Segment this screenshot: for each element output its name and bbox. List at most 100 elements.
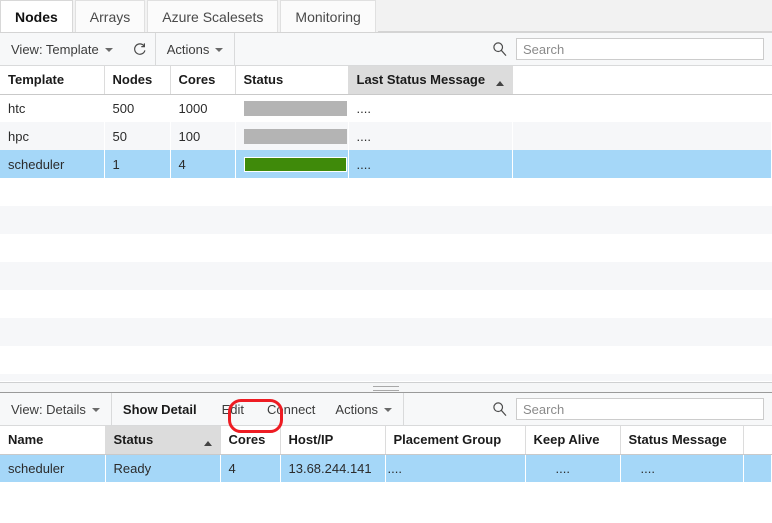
tab-bar: Nodes Arrays Azure Scalesets Monitoring — [0, 0, 772, 33]
column-header-template-label: Template — [8, 72, 65, 88]
column-header-blank[interactable] — [512, 66, 772, 95]
status-bar-idle — [243, 129, 347, 145]
templates-table-empty-rows — [0, 178, 772, 381]
bottom-actions-label: Actions — [335, 401, 379, 417]
empty-row — [0, 178, 772, 206]
top-actions-dropdown[interactable]: Actions — [156, 33, 235, 65]
column-header-last-status-message[interactable]: Last Status Message — [348, 66, 513, 95]
column-header-keep-alive[interactable]: Keep Alive — [525, 426, 621, 455]
node-details-header-row: Name Status Cores Host/IP Placement Grou… — [0, 426, 772, 455]
connect-button[interactable]: Connect — [258, 393, 324, 425]
cell-status: Ready — [105, 454, 220, 482]
table-row[interactable]: hpc 50 100 .... — [0, 122, 772, 150]
edit-label: Edit — [221, 401, 244, 417]
cell-cores: 100 — [170, 122, 235, 150]
top-search-area — [491, 33, 772, 65]
tab-arrays[interactable]: Arrays — [74, 0, 146, 32]
cell-blank — [512, 94, 772, 122]
column-header-placement-group[interactable]: Placement Group — [385, 426, 526, 455]
column-header-status-message[interactable]: Status Message — [620, 426, 744, 455]
host-ip-value: 13.68.244.141 — [288, 460, 372, 476]
tab-nodes[interactable]: Nodes — [0, 0, 73, 32]
cell-blank — [512, 150, 772, 178]
panel-splitter[interactable] — [0, 382, 772, 393]
templates-table-body: htc 500 1000 .... hpc 50 100 .... schedu… — [0, 94, 772, 178]
empty-row — [0, 482, 772, 509]
cell-nodes: 50 — [104, 122, 170, 150]
empty-row-cell — [0, 482, 772, 509]
column-header-cores-label: Cores — [178, 72, 216, 88]
column-header-nodes[interactable]: Nodes — [104, 66, 171, 95]
cell-last-status-message: .... — [348, 94, 512, 122]
cell-last-status-message: .... — [348, 150, 512, 178]
tab-arrays-label: Arrays — [89, 9, 131, 25]
column-header-cores[interactable]: Cores — [220, 426, 281, 455]
sort-ascending-icon — [203, 441, 212, 447]
show-detail-button[interactable]: Show Detail — [112, 393, 208, 425]
templates-table-header-row: Template Nodes Cores Status Last Status … — [0, 66, 772, 95]
column-header-name[interactable]: Name — [0, 426, 106, 455]
tab-azure-scalesets-label: Azure Scalesets — [162, 9, 264, 25]
bottom-view-dropdown[interactable]: View: Details — [0, 393, 111, 425]
column-header-status[interactable]: Status — [105, 426, 221, 455]
column-header-cores[interactable]: Cores — [170, 66, 236, 95]
column-header-status[interactable]: Status — [235, 66, 349, 95]
empty-row — [0, 262, 772, 290]
column-header-host-ip[interactable]: Host/IP — [280, 426, 386, 455]
cell-status — [235, 94, 348, 122]
status-bar-idle — [243, 101, 347, 117]
chevron-down-icon — [384, 408, 393, 412]
cell-status — [235, 150, 348, 178]
top-toolbar: View: Template Actions — [0, 33, 772, 66]
node-details-table: Name Status Cores Host/IP Placement Grou… — [0, 426, 772, 509]
nodes-templates-panel: Template Nodes Cores Status Last Status … — [0, 66, 772, 382]
tab-azure-scalesets[interactable]: Azure Scalesets — [147, 0, 279, 32]
cell-blank — [512, 122, 772, 150]
empty-row — [0, 290, 772, 318]
cell-name: scheduler — [0, 454, 105, 482]
cell-nodes: 500 — [104, 94, 170, 122]
table-row[interactable]: scheduler 1 4 .... — [0, 150, 772, 178]
cell-last-status-message: .... — [348, 122, 512, 150]
cell-cores: 4 — [170, 150, 235, 178]
cell-template: hpc — [0, 122, 104, 150]
cell-status-message: .... — [620, 454, 743, 482]
refresh-button[interactable] — [124, 33, 155, 65]
cell-cores: 1000 — [170, 94, 235, 122]
cell-status — [235, 122, 348, 150]
cell-blank — [743, 454, 772, 482]
empty-row — [0, 234, 772, 262]
search-icon — [491, 400, 509, 418]
cell-keep-alive: .... — [525, 454, 620, 482]
show-detail-label: Show Detail — [122, 401, 197, 417]
bottom-view-label: View: Details — [11, 401, 86, 417]
bottom-toolbar: View: Details Show Detail Edit Connect A… — [0, 393, 772, 426]
table-row[interactable]: scheduler Ready 4 13.68.244.141 .... ...… — [0, 454, 772, 482]
top-view-dropdown[interactable]: View: Template — [0, 33, 124, 65]
node-details-panel: View: Details Show Detail Edit Connect A… — [0, 393, 772, 509]
empty-row — [0, 374, 772, 381]
refresh-icon — [132, 42, 147, 57]
edit-button[interactable]: Edit — [208, 393, 258, 425]
bottom-search-input[interactable] — [516, 398, 764, 420]
top-actions-label: Actions — [166, 41, 210, 57]
cell-template: htc — [0, 94, 104, 122]
chevron-down-icon — [104, 48, 113, 52]
column-header-cores-label: Cores — [228, 432, 266, 448]
tab-monitoring-label: Monitoring — [295, 9, 361, 25]
tab-monitoring[interactable]: Monitoring — [280, 0, 376, 32]
splitter-grip-icon — [373, 386, 399, 391]
bottom-actions-dropdown[interactable]: Actions — [324, 393, 403, 425]
table-row[interactable]: htc 500 1000 .... — [0, 94, 772, 122]
column-header-blank[interactable] — [743, 426, 772, 455]
top-toolbar-spacer — [235, 33, 491, 65]
cell-nodes: 1 — [104, 150, 170, 178]
bottom-toolbar-spacer — [404, 393, 491, 425]
column-header-template[interactable]: Template — [0, 66, 105, 95]
column-header-status-label: Status — [243, 72, 284, 88]
column-header-nodes-label: Nodes — [112, 72, 153, 88]
status-bar-ok — [243, 157, 347, 173]
top-search-input[interactable] — [516, 38, 764, 60]
cell-host-ip-overflow: .... — [385, 454, 525, 482]
templates-table: Template Nodes Cores Status Last Status … — [0, 66, 772, 178]
